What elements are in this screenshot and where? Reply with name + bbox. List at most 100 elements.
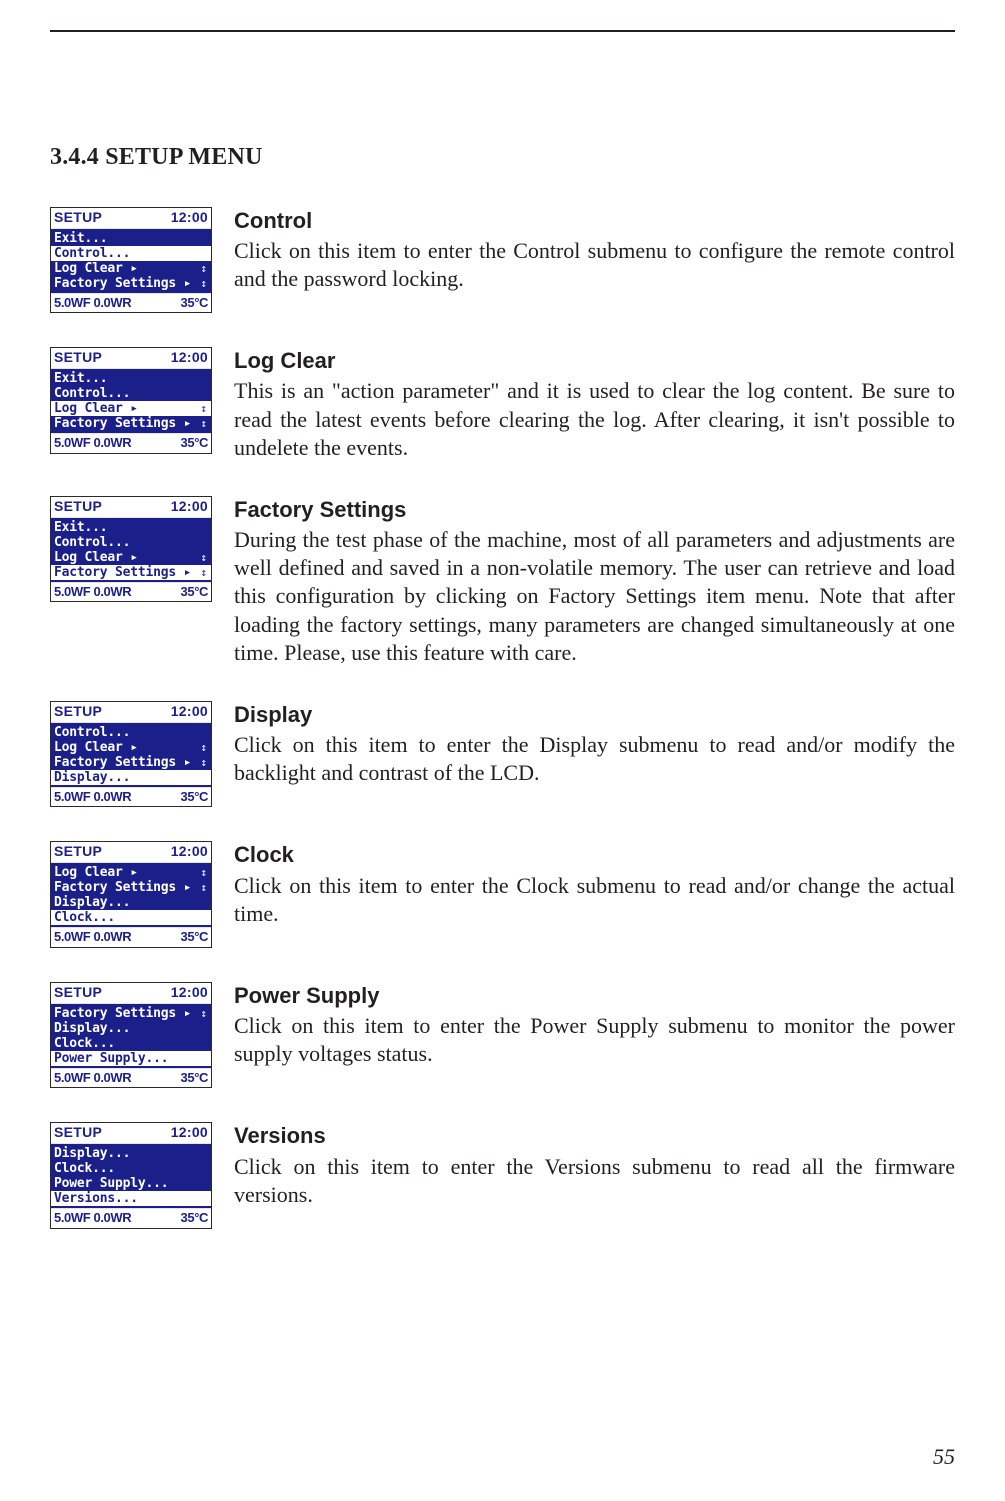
entry-body-text: Click on this item to enter the Control … (234, 237, 955, 293)
setup-entry: SETUP12:00Factory Settings ▸↕Display...C… (50, 982, 955, 1089)
lcd-menu-item-label: Display... (54, 1146, 130, 1161)
lcd-menu-item: Clock... (51, 910, 211, 925)
lcd-title: SETUP (54, 349, 102, 367)
up-down-icon: ↕ (200, 740, 208, 755)
lcd-menu-item-label: Factory Settings ▸ (54, 416, 191, 431)
manual-page: 3.4.4 SETUP MENU SETUP12:00Exit...Contro… (0, 0, 1005, 1501)
lcd-screenshot: SETUP12:00Log Clear ▸↕Factory Settings ▸… (50, 841, 212, 948)
lcd-menu-item: Factory Settings ▸ ↕ (51, 565, 211, 580)
lcd-footer: 5.0WF 0.0WR35°C (51, 1208, 211, 1228)
lcd-menu-item: Display... (51, 1146, 211, 1161)
entry-body-text: During the test phase of the machine, mo… (234, 526, 955, 667)
lcd-footer-temp: 35°C (181, 929, 208, 946)
lcd-screenshot: SETUP12:00Factory Settings ▸↕Display...C… (50, 982, 212, 1089)
lcd-footer: 5.0WF 0.0WR 35°C (51, 433, 211, 453)
entry-title: Power Supply (234, 982, 955, 1010)
lcd-menu-item-label: Log Clear ▸ (54, 401, 138, 416)
lcd-menu-item: Factory Settings ▸↕ (51, 416, 211, 431)
up-down-icon: ↕ (200, 565, 208, 580)
lcd-footer-power: 5.0WF 0.0WR (54, 1070, 131, 1087)
entry-description: Factory SettingsDuring the test phase of… (234, 496, 955, 667)
lcd-menu-item-label: Display... (54, 1021, 130, 1036)
lcd-title: SETUP (54, 209, 102, 227)
lcd-screenshot: SETUP12:00Exit...Control...Log Clear ▸↕F… (50, 496, 212, 603)
lcd-menu-item-label: Clock... (54, 1161, 115, 1176)
lcd-menu-item-label: Versions... (54, 1191, 138, 1206)
up-down-icon: ↕ (200, 261, 208, 276)
lcd-menu-item-label: Factory Settings ▸ (54, 1006, 191, 1021)
lcd-footer: 5.0WF 0.0WR35°C (51, 582, 211, 602)
lcd-footer-power: 5.0WF 0.0WR (54, 295, 131, 312)
lcd-clock: 12:00 (171, 209, 208, 227)
lcd-header: SETUP 12:00 (51, 348, 211, 369)
lcd-menu-item-label: Control... (54, 535, 130, 550)
lcd-footer-power: 5.0WF 0.0WR (54, 435, 131, 452)
setup-entry: SETUP12:00Exit...Control...Log Clear ▸↕F… (50, 347, 955, 462)
lcd-footer-power: 5.0WF 0.0WR (54, 584, 131, 601)
lcd-footer-power: 5.0WF 0.0WR (54, 1210, 131, 1227)
lcd-header: SETUP 12:00 (51, 208, 211, 229)
lcd-footer-temp: 35°C (181, 435, 208, 452)
lcd-header: SETUP 12:00 (51, 983, 211, 1004)
up-down-icon: ↕ (200, 755, 208, 770)
entry-description: Clock Click on this item to enter the Clo… (234, 841, 955, 927)
lcd-clock: 12:00 (171, 984, 208, 1002)
entry-title: Factory Settings (234, 496, 955, 524)
lcd-menu-item: Factory Settings ▸↕ (51, 880, 211, 895)
lcd-menu-item: Power Supply... (51, 1051, 211, 1066)
lcd-menu-body: Exit...Control...Log Clear ▸↕Factory Set… (51, 518, 211, 582)
lcd-clock: 12:00 (171, 703, 208, 721)
lcd-menu-body: Log Clear ▸↕Factory Settings ▸↕Display..… (51, 863, 211, 927)
lcd-menu-item-label: Log Clear ▸ (54, 740, 138, 755)
setup-entry: SETUP12:00Log Clear ▸↕Factory Settings ▸… (50, 841, 955, 948)
lcd-menu-item: Display... (51, 1021, 211, 1036)
lcd-menu-item: Power Supply... (51, 1176, 211, 1191)
section-heading: 3.4.4 SETUP MENU (50, 142, 955, 173)
entry-description: Log ClearThis is an "action parameter" a… (234, 347, 955, 462)
lcd-title: SETUP (54, 843, 102, 861)
lcd-menu-item-label: Power Supply... (54, 1051, 168, 1066)
lcd-header: SETUP12:00 (51, 842, 211, 863)
lcd-screenshot: SETUP 12:00 Exit...Control...Log Clear ▸ ↕ F… (50, 207, 212, 314)
lcd-clock: 12:00 (171, 1124, 208, 1142)
lcd-footer-temp: 35°C (181, 1070, 208, 1087)
lcd-menu-item: Clock... (51, 1161, 211, 1176)
lcd-header: SETUP12:00 (51, 1123, 211, 1144)
entry-description: ControlClick on this item to enter the C… (234, 207, 955, 293)
lcd-header: SETUP12:00 (51, 497, 211, 518)
lcd-menu-item: Log Clear ▸↕ (51, 550, 211, 565)
lcd-menu-item-label: Factory Settings ▸ (54, 755, 191, 770)
lcd-title: SETUP (54, 703, 102, 721)
lcd-clock: 12:00 (171, 349, 208, 367)
lcd-menu-item: Factory Settings ▸↕ (51, 1006, 211, 1021)
up-down-icon: ↕ (200, 865, 208, 880)
lcd-screenshot: SETUP12:00Exit...Control...Log Clear ▸↕F… (50, 347, 212, 454)
lcd-title: SETUP (54, 498, 102, 516)
lcd-menu-item: Factory Settings ▸ ↕ (51, 755, 211, 770)
lcd-menu-item: Display... (51, 895, 211, 910)
lcd-menu-item-label: Log Clear ▸ (54, 261, 138, 276)
lcd-footer-power: 5.0WF 0.0WR (54, 789, 131, 806)
lcd-menu-item-label: Factory Settings ▸ (54, 565, 191, 580)
lcd-footer-power: 5.0WF 0.0WR (54, 929, 131, 946)
lcd-menu-item-label: Power Supply... (54, 1176, 168, 1191)
lcd-menu-body: Control...Log Clear ▸↕Factory Settings ▸… (51, 723, 211, 787)
top-rule (50, 30, 955, 32)
entry-description: DisplayClick on this item to enter the D… (234, 701, 955, 787)
lcd-menu-item: Control... (51, 535, 211, 550)
lcd-menu-item-label: Display... (54, 895, 130, 910)
lcd-menu-item-label: Exit... (54, 231, 107, 246)
setup-entry: SETUP12:00 Display...Clock...Power Supply… (50, 1122, 955, 1229)
lcd-title: SETUP (54, 984, 102, 1002)
lcd-footer: 5.0WF 0.0WR 35°C (51, 927, 211, 947)
lcd-menu-item: Control... (51, 246, 211, 261)
entry-title: Clock (234, 841, 955, 869)
up-down-icon: ↕ (200, 550, 208, 565)
lcd-menu-item: Exit... (51, 231, 211, 246)
lcd-menu-item: Exit... (51, 371, 211, 386)
entry-body-text: Click on this item to enter the Clock su… (234, 872, 955, 928)
lcd-menu-item-label: Control... (54, 725, 130, 740)
lcd-menu-item-label: Factory Settings ▸ (54, 880, 191, 895)
lcd-menu-item-label: Display... (54, 770, 130, 785)
lcd-menu-item-label: Factory Settings ▸ (54, 276, 191, 291)
